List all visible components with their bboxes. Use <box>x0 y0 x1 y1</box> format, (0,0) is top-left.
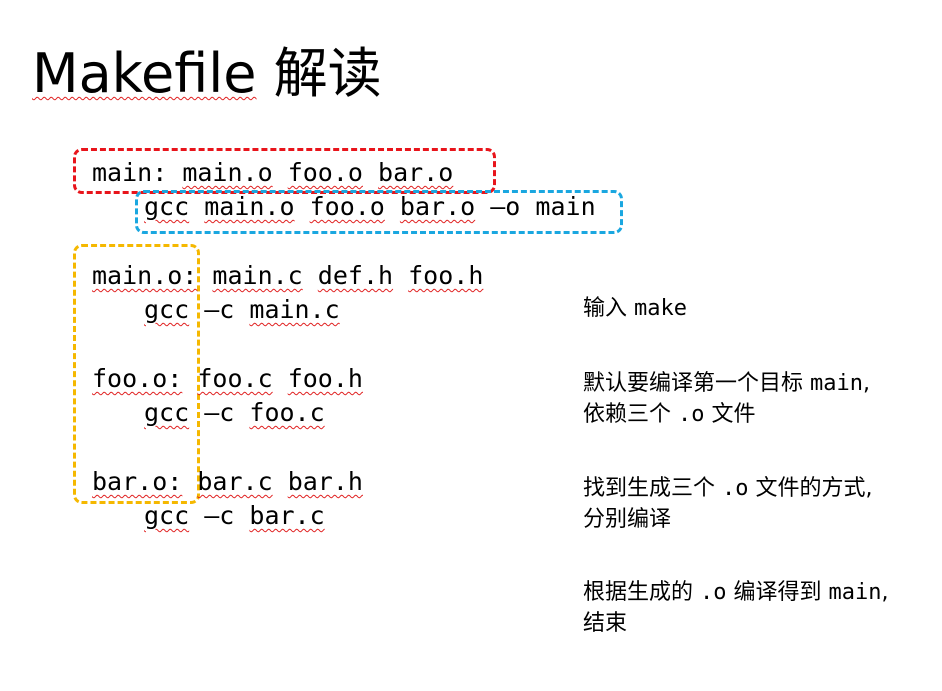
rule1-dep: bar.o <box>378 158 454 187</box>
note-step-4: 根据生成的 .o 编译得到 main, 结束 <box>583 577 888 639</box>
rule4-dep: bar.h <box>287 467 363 496</box>
command-word: foo.o <box>309 192 385 221</box>
command-word: –c <box>204 398 235 427</box>
command-word: main.c <box>249 295 340 324</box>
note-code: .o <box>700 580 727 605</box>
rule2-dep: main.c <box>212 261 303 290</box>
code-line-rule4-command: gcc –c bar.c <box>144 499 325 533</box>
title-word: Makefile <box>32 42 257 105</box>
note-line: 找到生成三个 .o 文件的方式, <box>583 473 873 504</box>
code-line-rule3-target: foo.o: foo.c foo.h <box>92 362 363 396</box>
code-line-rule2-command: gcc –c main.c <box>144 293 340 327</box>
rule2-dep: def.h <box>317 261 394 290</box>
rule3-target: foo.o: <box>92 364 183 393</box>
rule1-target: main: <box>92 158 168 187</box>
note-line: 根据生成的 .o 编译得到 main, <box>583 577 888 608</box>
note-text: , <box>881 580 889 605</box>
rule4-target: bar.o: <box>92 467 183 496</box>
command-word: –c <box>204 295 235 324</box>
code-line-rule3-command: gcc –c foo.c <box>144 396 325 430</box>
code-line-rule1-command: gcc main.o foo.o bar.o –o main <box>144 190 596 224</box>
command-word: –o <box>490 192 521 221</box>
note-line: 分别编译 <box>583 507 672 532</box>
command-word: –c <box>204 501 235 530</box>
note-step-3: 找到生成三个 .o 文件的方式, 分别编译 <box>583 473 873 535</box>
title-suffix: 解读 <box>256 42 382 105</box>
code-line-rule1-target: main: main.o foo.o bar.o <box>92 156 453 190</box>
note-text: 默认要编译第一个目标 <box>583 371 810 396</box>
command-word: gcc <box>144 398 190 427</box>
rule1-dep: foo.o <box>287 158 363 187</box>
note-text: 文件的方式, <box>748 476 873 501</box>
rule4-dep: bar.c <box>197 467 273 496</box>
note-text: 根据生成的 <box>583 580 700 605</box>
note-code: make <box>634 296 687 321</box>
command-word: main.o <box>204 192 295 221</box>
command-word: bar.c <box>249 501 325 530</box>
note-text: 输入 <box>583 296 634 321</box>
rule2-dep: foo.h <box>408 261 484 290</box>
rule3-dep: foo.c <box>197 364 273 393</box>
rule2-target: main.o: <box>92 261 198 290</box>
code-line-rule2-target: main.o: main.c def.h foo.h <box>92 259 483 293</box>
note-line: 默认要编译第一个目标 main, <box>583 368 870 399</box>
note-line: 依赖三个 .o 文件 <box>583 399 870 430</box>
note-code: main <box>828 580 882 605</box>
code-line-rule4-target: bar.o: bar.c bar.h <box>92 465 363 499</box>
note-code: .o <box>722 476 749 501</box>
note-step-2: 默认要编译第一个目标 main, 依赖三个 .o 文件 <box>583 368 870 430</box>
command-word: gcc <box>144 501 190 530</box>
note-code: .o <box>678 402 705 427</box>
command-word: bar.o <box>399 192 476 221</box>
command-word: gcc <box>144 192 190 221</box>
note-text: 找到生成三个 <box>583 476 722 501</box>
note-step-1: 输入 make <box>583 293 687 324</box>
rule1-dep: main.o <box>182 158 273 187</box>
page-title: Makefile 解读 <box>32 34 382 114</box>
command-word: gcc <box>144 295 190 324</box>
note-text: 编译得到 <box>726 580 829 605</box>
note-text: , <box>862 371 870 396</box>
command-word: foo.c <box>249 398 325 427</box>
command-word: main <box>535 192 596 221</box>
note-text: 文件 <box>704 402 756 427</box>
note-text: 依赖三个 <box>583 402 678 427</box>
rule3-dep: foo.h <box>287 364 363 393</box>
note-line: 结束 <box>583 611 628 636</box>
note-code: main <box>810 371 863 396</box>
